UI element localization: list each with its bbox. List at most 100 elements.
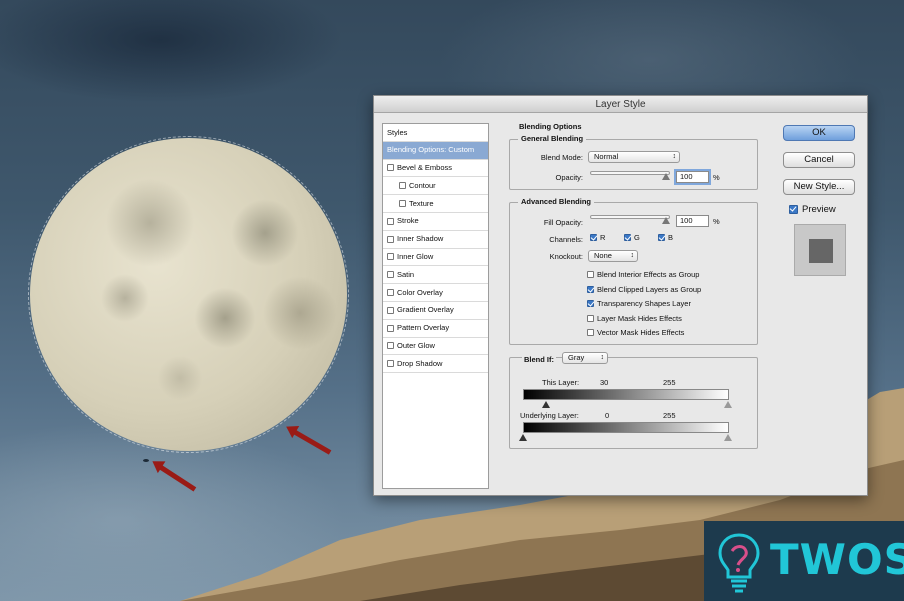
style-item-label: Bevel & Emboss [397,163,453,173]
option-blend-clipped-layers-as-group-checkbox[interactable]: Blend Clipped Layers as Group [587,285,701,294]
style-item-label: Contour [409,180,436,190]
opacity-input[interactable]: 100 [676,171,709,183]
fill-opacity-input[interactable]: 100 [676,215,709,227]
blend-if-select[interactable]: Gray [562,352,608,364]
checkbox-icon[interactable] [624,234,631,241]
style-item-label: Inner Shadow [397,234,444,244]
style-item-label: Texture [409,198,434,208]
opacity-slider[interactable] [590,171,670,175]
checkbox-icon[interactable] [658,234,665,241]
style-item-label: Inner Glow [397,252,434,262]
option-label: Blend Clipped Layers as Group [597,284,702,294]
style-item-contour[interactable]: Contour [383,177,488,196]
style-checkbox[interactable] [387,271,394,279]
opacity-unit: % [713,173,720,182]
option-blend-interior-effects-as-group-checkbox[interactable]: Blend Interior Effects as Group [587,270,699,279]
underlying-black-slider[interactable] [519,434,527,441]
checkbox-icon[interactable] [587,300,594,308]
style-item-label: Stroke [397,216,419,226]
preview-swatch-inner [809,239,833,263]
checkbox-icon[interactable] [590,234,597,241]
advanced-blending-title: Advanced Blending [518,197,595,206]
checkbox-icon[interactable] [587,329,594,337]
option-label: Layer Mask Hides Effects [597,313,682,323]
checkbox-icon[interactable] [587,285,594,293]
this-layer-gradient [523,389,729,400]
option-vector-mask-hides-effects-checkbox[interactable]: Vector Mask Hides Effects [587,328,684,337]
styles-list: Styles Blending Options: Custom Bevel & E… [382,123,489,489]
style-checkbox[interactable] [387,253,394,261]
layer-style-dialog: Layer Style Styles Blending Options: Cus… [373,95,868,496]
channel-g-checkbox[interactable]: G [624,233,640,242]
fill-opacity-slider-knob[interactable] [662,217,670,224]
moon-image [28,136,349,453]
dialog-title: Layer Style [374,96,867,113]
channel-label: R [600,233,606,242]
checkbox-icon[interactable] [587,314,594,322]
styles-header[interactable]: Styles [383,124,488,142]
new-style-button[interactable]: New Style... [783,179,855,195]
style-checkbox[interactable] [387,164,394,172]
general-blending-group: General Blending Blend Mode: Normal Opac… [509,134,758,190]
blending-options-title: Blending Options [516,122,585,131]
checkbox-icon[interactable] [587,271,594,278]
general-blending-title: General Blending [518,134,587,143]
style-item-label: Gradient Overlay [397,305,454,315]
knockout-select[interactable]: None [588,250,638,262]
underlying-layer-gradient [523,422,729,433]
ok-button[interactable]: OK [783,125,855,141]
blend-mode-label: Blend Mode: [540,153,583,162]
preview-swatch [794,224,846,276]
option-label: Transparency Shapes Layer [597,299,691,309]
style-checkbox[interactable] [387,289,394,297]
preview-checkbox[interactable]: Preview [789,204,836,215]
style-checkbox[interactable] [399,182,406,190]
underlying-white-slider[interactable] [724,434,732,441]
option-label: Blend Interior Effects as Group [597,270,700,279]
style-item-drop-shadow[interactable]: Drop Shadow [383,355,488,374]
style-item-texture[interactable]: Texture [383,195,488,213]
channels-label: Channels: [549,235,583,244]
style-checkbox[interactable] [387,235,394,243]
logo-text: TWOS [770,535,904,584]
opacity-slider-knob[interactable] [662,173,670,180]
style-item-color-overlay[interactable]: Color Overlay [383,284,488,302]
this-layer-black-slider[interactable] [542,401,550,408]
style-item-inner-glow[interactable]: Inner Glow [383,249,488,267]
style-item-gradient-overlay[interactable]: Gradient Overlay [383,302,488,320]
channel-b-checkbox[interactable]: B [658,233,673,242]
style-checkbox[interactable] [387,217,394,225]
style-checkbox[interactable] [387,324,394,332]
style-item-blending-options-custom[interactable]: Blending Options: Custom [383,141,488,160]
blend-mode-select[interactable]: Normal [588,151,680,163]
option-layer-mask-hides-effects-checkbox[interactable]: Layer Mask Hides Effects [587,314,682,323]
style-item-label: Blending Options: Custom [387,145,475,155]
style-checkbox[interactable] [387,342,394,350]
style-item-stroke[interactable]: Stroke [383,213,488,231]
this-layer-label: This Layer: [542,378,580,387]
style-checkbox[interactable] [399,200,406,208]
underlying-layer-label: Underlying Layer: [520,411,579,420]
opacity-label: Opacity: [555,173,583,182]
style-item-inner-shadow[interactable]: Inner Shadow [383,231,488,249]
style-item-pattern-overlay[interactable]: Pattern Overlay [383,320,488,338]
channel-r-checkbox[interactable]: R [590,233,605,242]
this-layer-high-value: 255 [663,378,676,387]
style-checkbox[interactable] [387,360,394,368]
style-checkbox[interactable] [387,306,394,314]
fill-opacity-unit: % [713,217,720,226]
channel-label: B [668,233,674,242]
preview-check-icon[interactable] [789,205,798,214]
preview-label: Preview [802,204,836,215]
this-layer-white-slider[interactable] [724,401,732,408]
fill-opacity-slider[interactable] [590,215,670,219]
style-item-label: Satin [397,269,415,279]
option-transparency-shapes-layer-checkbox[interactable]: Transparency Shapes Layer [587,299,691,308]
knockout-label: Knockout: [549,252,583,261]
style-item-satin[interactable]: Satin [383,266,488,285]
cancel-button[interactable]: Cancel [783,152,855,168]
twos-logo: TWOS [704,521,904,601]
style-item-outer-glow[interactable]: Outer Glow [383,338,488,356]
style-item-bevel-emboss[interactable]: Bevel & Emboss [383,160,488,178]
style-item-label: Drop Shadow [397,358,443,368]
